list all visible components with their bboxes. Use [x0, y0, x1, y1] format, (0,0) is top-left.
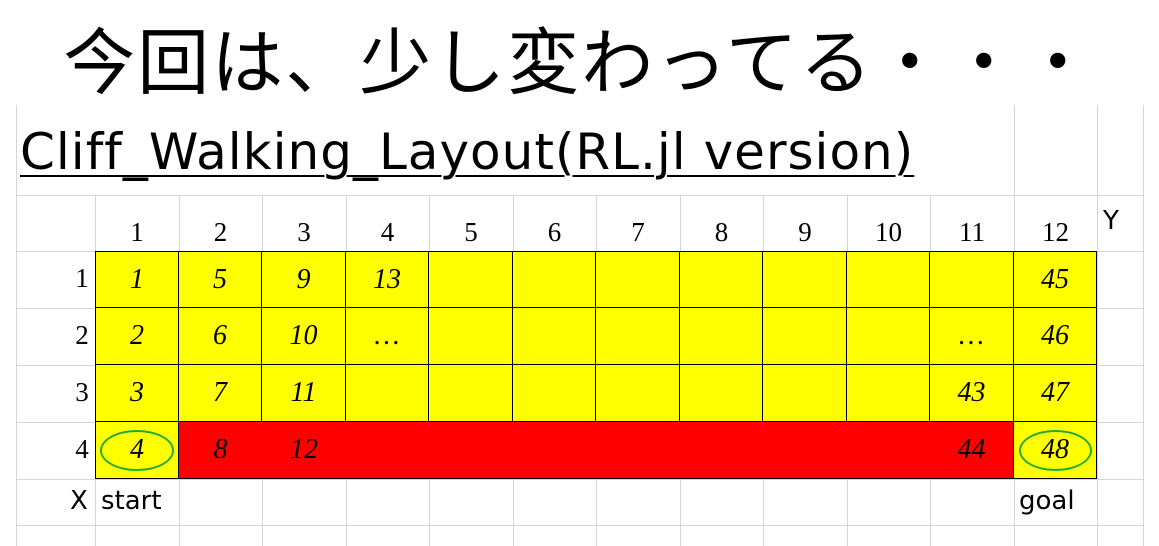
- column-header: 3: [297, 217, 311, 247]
- grid-cell: 6: [179, 308, 262, 365]
- grid-cell: [596, 365, 680, 422]
- column-header: 7: [631, 217, 645, 247]
- cell-value: …: [374, 320, 400, 351]
- column-header: 1: [130, 217, 144, 247]
- start-label: start: [101, 486, 162, 516]
- grid-cell: 45: [1014, 251, 1097, 308]
- cell-value: 8: [213, 434, 228, 465]
- grid-cell: 10: [262, 308, 346, 365]
- grid-cell: 1: [95, 251, 179, 308]
- grid-cell: …: [930, 308, 1014, 365]
- column-header: 2: [213, 217, 228, 247]
- grid-cell: [513, 422, 596, 479]
- grid-cell: 44: [930, 422, 1014, 479]
- grid-cell: [513, 365, 596, 422]
- grid-cell: [596, 422, 680, 479]
- grid-cell: 2: [95, 308, 179, 365]
- grid-cell: [847, 251, 930, 308]
- grid-cell: [429, 365, 513, 422]
- column-header: 9: [798, 217, 812, 247]
- grid-cell: [680, 365, 763, 422]
- grid-cell: [763, 422, 847, 479]
- grid-cell: [346, 422, 429, 479]
- headline: 今回は、少し変わってる・・・: [63, 21, 1096, 105]
- cell-value: 13: [373, 263, 401, 295]
- grid-cell: 5: [179, 251, 262, 308]
- cell-value: 10: [289, 320, 318, 351]
- row-header: 2: [75, 320, 89, 350]
- row-header: 4: [75, 434, 89, 464]
- x-axis-label: X: [70, 486, 88, 516]
- row-header: 3: [75, 377, 89, 407]
- grid-cell: 43: [930, 365, 1014, 422]
- cell-value: 5: [213, 263, 227, 295]
- grid-cell: [596, 251, 680, 308]
- grid-cell: [513, 251, 596, 308]
- cell-value: 2: [130, 320, 144, 351]
- grid-cell: [429, 251, 513, 308]
- grid-hline: [16, 195, 1143, 196]
- column-header: 12: [1042, 217, 1069, 247]
- cell-value: 44: [957, 434, 986, 465]
- grid-cell: [680, 308, 763, 365]
- column-header: 11: [959, 217, 985, 247]
- grid-cell: [429, 308, 513, 365]
- column-header: 5: [464, 217, 478, 247]
- cell-value: 45: [1041, 263, 1069, 295]
- grid-cell: [763, 251, 847, 308]
- goal-label: goal: [1019, 486, 1075, 516]
- column-header: 10: [875, 217, 902, 247]
- cell-value: 7: [213, 377, 227, 408]
- grid-cell: 13: [346, 251, 429, 308]
- column-header: 6: [547, 217, 562, 247]
- grid-cell: [513, 308, 596, 365]
- cell-value: 47: [1041, 377, 1069, 408]
- grid-cell: [680, 422, 763, 479]
- y-axis-label: Y: [1103, 206, 1119, 236]
- grid-cell: [763, 308, 847, 365]
- cell-value: 6: [213, 320, 227, 351]
- grid-cell: [847, 422, 930, 479]
- column-header: 4: [380, 217, 395, 247]
- grid-cell: [847, 308, 930, 365]
- grid-cell: [847, 365, 930, 422]
- layout-title: Cliff_Walking_Layout(RL.jl version): [20, 123, 915, 181]
- grid-cell: 8: [179, 422, 262, 479]
- grid-cell: [763, 365, 847, 422]
- cell-circle-marker: [100, 430, 174, 471]
- grid-cell: 46: [1014, 308, 1097, 365]
- grid-cell: …: [346, 308, 429, 365]
- grid-cell: 9: [262, 251, 346, 308]
- cell-value: 9: [296, 263, 311, 295]
- grid-cell: [930, 251, 1014, 308]
- grid-cell: [346, 365, 429, 422]
- grid-hline: [16, 479, 1143, 480]
- cell-value: 3: [130, 377, 144, 408]
- grid-cell: [429, 422, 513, 479]
- cell-value: 1: [130, 263, 144, 295]
- cell-value: 12: [290, 434, 318, 465]
- cell-circle-marker: [1019, 430, 1092, 471]
- cell-value: …: [959, 320, 984, 351]
- grid-cell: 12: [262, 422, 346, 479]
- grid-cell: 47: [1014, 365, 1097, 422]
- row-header: 1: [75, 263, 89, 293]
- grid-cell: [680, 251, 763, 308]
- grid-hline: [16, 525, 1143, 526]
- cell-value: 46: [1041, 320, 1069, 351]
- cell-value: 11: [290, 377, 317, 408]
- spreadsheet: Cliff_Walking_Layout(RL.jl version) 1 5 9 1…: [0, 105, 1159, 546]
- grid-vline: [1143, 105, 1144, 546]
- grid-cell: 7: [179, 365, 262, 422]
- grid-cell: 3: [95, 365, 179, 422]
- grid-cell: 11: [262, 365, 346, 422]
- column-header: 8: [714, 217, 729, 247]
- cell-value: 43: [957, 377, 986, 408]
- grid-cell: [596, 308, 680, 365]
